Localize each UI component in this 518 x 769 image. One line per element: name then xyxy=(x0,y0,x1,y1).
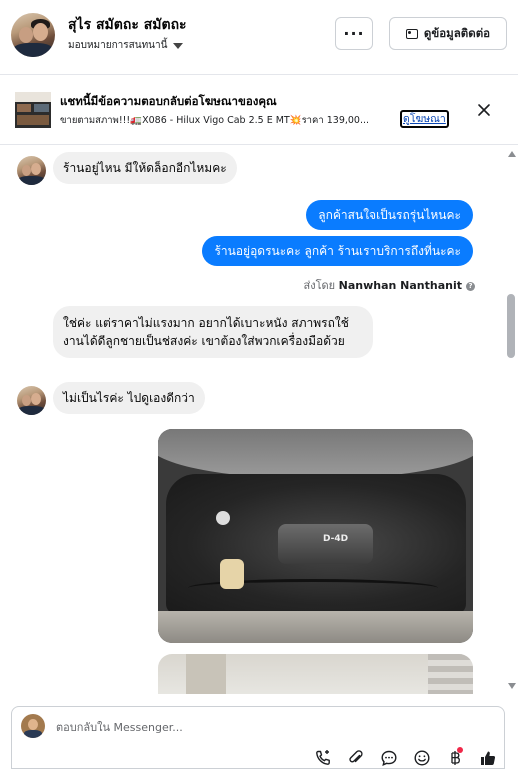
message-bubble-incoming[interactable]: ไม่เป็นไรค่ะ ไปดูเองดีกว่า xyxy=(53,382,205,414)
thread-scrollbar[interactable] xyxy=(504,146,518,694)
emoji-button[interactable] xyxy=(405,747,438,769)
my-avatar xyxy=(21,714,45,738)
attach-icon xyxy=(348,750,363,763)
sent-by-label: ส่งโดย Nanwhan Nanthanit? xyxy=(300,276,475,294)
message-bubble-incoming[interactable]: ร้านอยู่ไหน มีให้ดล็อกอีกไหมคะ xyxy=(53,152,237,184)
more-options-button[interactable]: ··· xyxy=(335,17,373,50)
message-thread[interactable]: ร้านอยู่ไหน มีให้ดล็อกอีกไหมคะ ลูกค้าสนใ… xyxy=(0,146,504,694)
contact-card-icon xyxy=(405,28,418,39)
assign-conversation-dropdown[interactable]: มอบหมายการสนทนานี้ xyxy=(68,38,184,53)
sent-by-name: Nanwhan Nanthanit xyxy=(338,279,462,292)
view-contact-button[interactable]: ดูข้อมูลติดต่อ xyxy=(389,17,507,50)
payment-button[interactable] xyxy=(438,747,471,769)
ad-reply-banner: แชทนี้มีข้อความตอบกลับต่อโฆษณาของคุณ ขาย… xyxy=(0,75,518,145)
truck-emoji: 🚛 xyxy=(130,115,143,126)
info-icon[interactable]: ? xyxy=(466,281,475,291)
attached-photo-engine[interactable]: D-4D xyxy=(158,429,473,643)
scrollbar-thumb[interactable] xyxy=(507,294,515,358)
like-button[interactable] xyxy=(471,747,504,769)
assign-label: มอบหมายการสนทนานี้ xyxy=(68,40,168,51)
ad-desc-text-1: ขายตามสภาพ!!! xyxy=(60,115,131,126)
spark-emoji: 💥 xyxy=(289,115,302,126)
notification-dot xyxy=(457,747,463,753)
ad-desc-text-2: X086 - Hilux Vigo Cab 2.5 E MT xyxy=(142,115,290,126)
call-button[interactable] xyxy=(306,747,339,769)
composer-toolbar xyxy=(306,747,504,769)
scroll-up-arrow-icon[interactable] xyxy=(508,151,516,157)
chevron-down-icon xyxy=(173,42,184,49)
saved-replies-button[interactable] xyxy=(372,747,405,769)
scroll-down-arrow-icon[interactable] xyxy=(508,683,516,689)
sent-by-prefix: ส่งโดย xyxy=(303,279,339,292)
ad-thumbnail[interactable] xyxy=(15,92,51,128)
contact-avatar[interactable] xyxy=(11,13,55,57)
message-input[interactable] xyxy=(56,719,476,735)
view-contact-label: ดูข้อมูลติดต่อ xyxy=(423,25,491,40)
message-bubble-incoming[interactable]: ใช่ค่ะ แต่ราคาไม่แรงมาก อยากได้เบาะหนัง … xyxy=(53,306,373,358)
conversation-header: สุไร สมัตถะ สมัตถะ มอบหมายการสนทนานี้ ··… xyxy=(0,0,518,75)
emoji-icon xyxy=(413,750,430,766)
engine-badge-text: D-4D xyxy=(323,534,349,544)
ad-banner-title: แชทนี้มีข้อความตอบกลับต่อโฆษณาของคุณ xyxy=(60,94,277,108)
ad-desc-text-3: ราคา 139,00... xyxy=(301,115,370,126)
ad-description: ขายตามสภาพ!!! 🚛 X086 - Hilux Vigo Cab 2.… xyxy=(60,113,369,128)
like-icon xyxy=(480,751,495,765)
attached-photo-garage[interactable] xyxy=(158,654,473,694)
chat-bubble-icon xyxy=(380,750,397,767)
message-bubble-outgoing[interactable]: ร้านอยู่อุดรนะคะ ลูกค้า ร้านเราบริการถึง… xyxy=(202,236,473,266)
more-horizontal-icon: ··· xyxy=(343,24,365,43)
reply-composer xyxy=(11,706,505,769)
contact-name[interactable]: สุไร สมัตถะ สมัตถะ xyxy=(68,14,187,36)
sender-avatar[interactable] xyxy=(17,386,46,415)
sender-avatar[interactable] xyxy=(17,156,46,185)
attach-button[interactable] xyxy=(339,747,372,769)
message-bubble-outgoing[interactable]: ลูกค้าสนใจเป็นรถรุ่นไหนคะ xyxy=(306,200,473,230)
call-icon xyxy=(315,750,330,765)
view-ad-link[interactable]: ดูโฆษณา xyxy=(400,110,449,128)
close-icon[interactable] xyxy=(474,100,494,120)
